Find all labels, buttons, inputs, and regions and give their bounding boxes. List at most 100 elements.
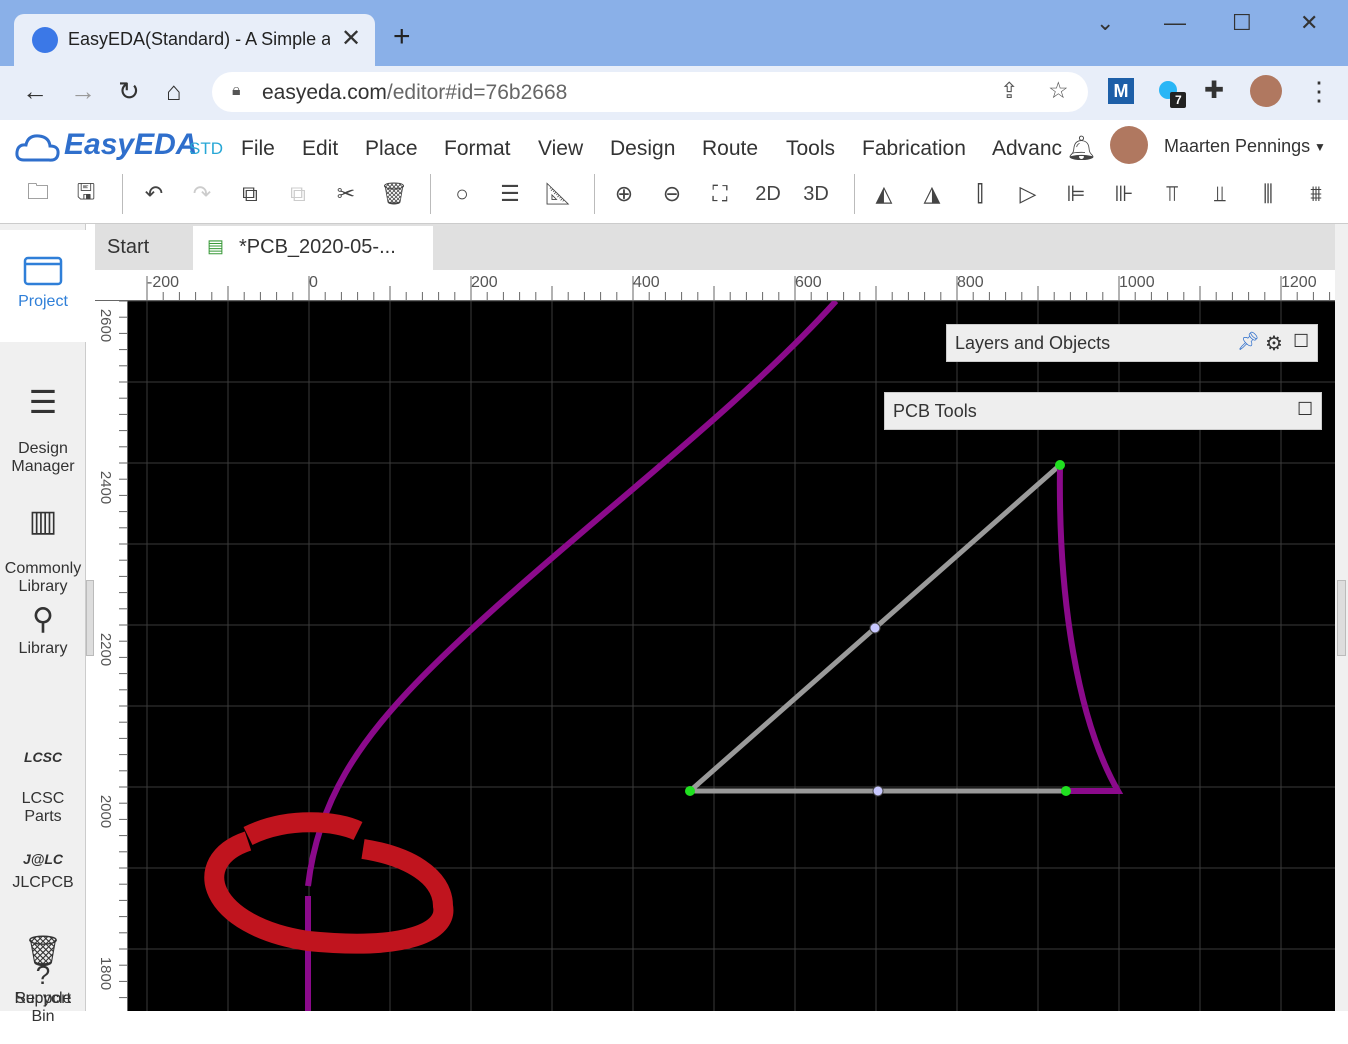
forward-icon[interactable]: → (70, 76, 96, 107)
minimize-button[interactable]: — (1164, 10, 1186, 36)
tab-pcb[interactable]: ▤ *PCB_2020-05-... (193, 226, 433, 270)
sidebar-item-label: Support (14, 990, 72, 1007)
fit-view-icon[interactable]: ⛶ (700, 176, 740, 212)
browser-titlebar: EasyEDA(Standard) - A Simple an ✕ + ⌄ — … (0, 0, 1348, 66)
user-avatar[interactable] (1110, 126, 1148, 164)
ruler-label: 2000 (97, 794, 115, 829)
pcb-file-icon: ▤ (207, 236, 225, 256)
user-dropdown-icon[interactable]: ▼ (1314, 140, 1326, 154)
menu-advanced[interactable]: Advanc (992, 137, 1070, 161)
menu-file[interactable]: File (241, 137, 275, 161)
maximize-button[interactable]: ☐ (1232, 10, 1252, 36)
sidebar-item-label: Commonly Library (4, 560, 82, 595)
search-icon[interactable]: ○ (442, 176, 482, 212)
right-collapse-handle[interactable] (1337, 580, 1346, 656)
align-bottom-icon[interactable]: ⫫ (1200, 176, 1240, 212)
find-list-icon[interactable]: ☰ (490, 176, 530, 212)
duplicate-icon[interactable]: ⧉ (230, 176, 270, 212)
maximize-panel-icon[interactable]: ☐ (1297, 399, 1313, 420)
zoom-in-icon[interactable]: ⊕ (604, 176, 644, 212)
easyeda-logo-icon (15, 134, 60, 162)
sidebar-item-label: Library (18, 640, 68, 657)
browser-menu-icon[interactable]: ⋮ (1306, 76, 1332, 107)
flip-horizontal-icon[interactable]: ⫿ (960, 176, 1000, 212)
ruler-label: 800 (957, 274, 984, 291)
align-center-v-icon[interactable]: ⫼ (1248, 176, 1288, 212)
undo-icon[interactable]: ↶ (134, 176, 174, 212)
menu-tools[interactable]: Tools (786, 137, 835, 161)
back-icon[interactable]: ← (22, 76, 48, 107)
easyeda-favicon-icon (32, 27, 58, 53)
url-path: /editor#id=76b2668 (386, 81, 568, 104)
menu-edit[interactable]: Edit (302, 137, 338, 161)
right-scrollbar[interactable] (1335, 224, 1348, 1011)
profile-avatar[interactable] (1250, 75, 1282, 107)
layers-panel[interactable]: Layers and Objects 📌︎ ⚙ ☐ (946, 324, 1318, 362)
sidebar-item-project[interactable]: Project (0, 230, 86, 342)
align-right-icon[interactable]: ⊪ (1104, 176, 1144, 212)
gear-icon[interactable]: ⚙ (1265, 331, 1283, 356)
extension-badge: 7 (1175, 93, 1182, 107)
pin-icon[interactable]: 📌︎ (1237, 331, 1260, 352)
list-icon: ☰ (28, 384, 58, 420)
close-window-button[interactable]: ✕ (1300, 10, 1318, 36)
user-name[interactable]: Maarten Pennings (1164, 136, 1310, 157)
pcb-canvas[interactable]: Layers and Objects 📌︎ ⚙ ☐ PCB Tools ☐ (128, 301, 1335, 1011)
sidebar-item-label: LCSC Parts (21, 790, 65, 825)
view-2d-button[interactable]: 2D (748, 176, 788, 212)
close-tab-icon[interactable]: ✕ (341, 24, 361, 53)
cut-icon[interactable]: ✂ (326, 176, 366, 212)
tab-start[interactable]: Start (95, 226, 191, 270)
sidebar-collapse-handle[interactable] (86, 580, 94, 656)
paste-icon[interactable]: ⧉ (278, 176, 318, 212)
sidebar-item-lcsc-parts[interactable]: LCSC LCSC Parts (0, 724, 86, 844)
flip-vertical-icon[interactable]: ▷ (1008, 176, 1048, 212)
bell-icon[interactable]: 🔔︎ (1066, 134, 1096, 163)
ruler-label: 1200 (1281, 274, 1317, 291)
menu-place[interactable]: Place (365, 137, 418, 161)
maximize-panel-icon[interactable]: ☐ (1293, 331, 1309, 352)
measure-icon[interactable]: 📐︎ (538, 176, 578, 212)
lcsc-icon: LCSC (23, 749, 63, 765)
sidebar-item-jlcpcb[interactable]: J@LC JLCPCB (0, 844, 86, 892)
zoom-out-icon[interactable]: ⊖ (652, 176, 692, 212)
sidebar-item-commonly-library[interactable]: ▥ Commonly Library (0, 484, 86, 614)
ruler-label: 2200 (97, 632, 115, 667)
new-tab-button[interactable]: + (393, 22, 411, 52)
rotate-right-icon[interactable]: ◮ (912, 176, 952, 212)
browser-tab[interactable]: EasyEDA(Standard) - A Simple an ✕ (14, 14, 375, 66)
tab-search-icon[interactable]: ⌄ (1096, 10, 1114, 36)
sidebar-item-label: Design Manager (11, 440, 75, 475)
view-3d-button[interactable]: 3D (796, 176, 836, 212)
track-vertex (685, 786, 695, 796)
home-icon[interactable]: ⌂ (166, 76, 182, 107)
align-left-icon[interactable]: ⊫ (1056, 176, 1096, 212)
sidebar-item-library[interactable]: ⚲ Library (0, 600, 86, 658)
main-toolbar: 🗀 🖫 ↶ ↷ ⧉ ⧉ ✂ 🗑︎ ○ ☰ 📐︎ ⊕ ⊖ ⛶ 2D 3D ◭ ◮ … (0, 172, 1348, 220)
menu-design[interactable]: Design (610, 137, 675, 161)
sidebar-item-support[interactable]: ? Support (0, 960, 86, 1008)
rotate-left-icon[interactable]: ◭ (864, 176, 904, 212)
vertical-ruler: 2600 2400 2200 2000 1800 (95, 301, 128, 1011)
redo-icon[interactable]: ↷ (182, 176, 222, 212)
purple-track-curve (305, 301, 839, 887)
delete-icon[interactable]: 🗑︎ (374, 176, 414, 212)
logo-std: STD (189, 139, 223, 158)
menu-view[interactable]: View (538, 137, 583, 161)
extensions-puzzle-icon[interactable]: ✚ (1204, 76, 1224, 105)
menu-format[interactable]: Format (444, 137, 511, 161)
ghost-extension-icon[interactable]: 7 (1156, 78, 1186, 108)
open-icon[interactable]: 🗀 (18, 176, 58, 212)
menu-fabrication[interactable]: Fabrication (862, 137, 966, 161)
share-icon[interactable]: ⇪ (1000, 78, 1018, 104)
menu-route[interactable]: Route (702, 137, 758, 161)
sidebar-item-design-manager[interactable]: ☰ Design Manager (0, 364, 86, 494)
address-bar[interactable]: 🔒︎ easyeda.com/editor#id=76b2668 ⇪ ☆ (212, 72, 1088, 112)
align-center-h-icon[interactable]: ⩩ (1296, 176, 1336, 212)
bookmark-star-icon[interactable]: ☆ (1048, 77, 1069, 104)
save-icon[interactable]: 🖫 (66, 176, 106, 212)
pcb-tools-panel[interactable]: PCB Tools ☐ (884, 392, 1322, 430)
reload-icon[interactable]: ↻ (118, 76, 140, 107)
m-extension-icon[interactable]: M (1108, 78, 1134, 104)
align-top-icon[interactable]: ⫪ (1152, 176, 1192, 212)
